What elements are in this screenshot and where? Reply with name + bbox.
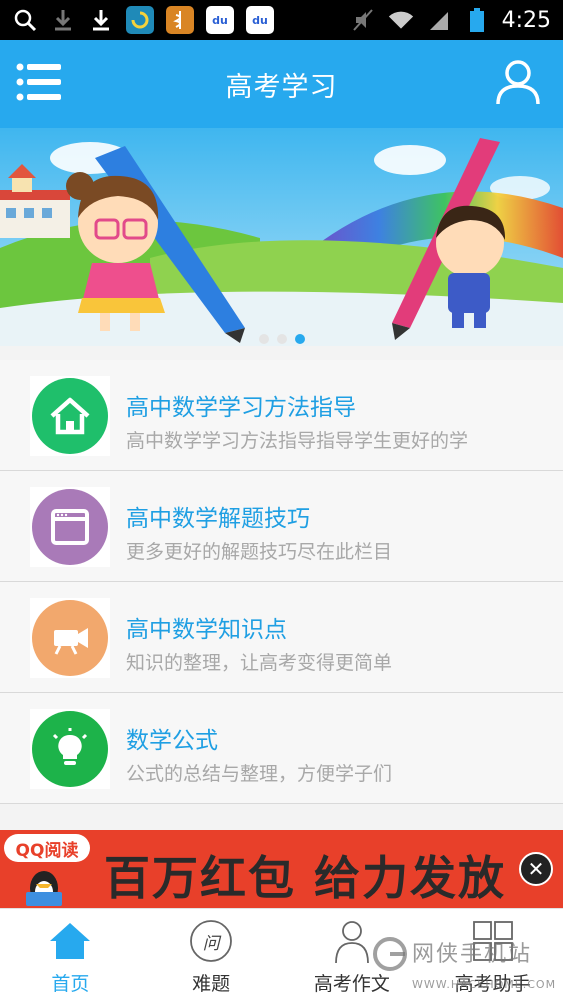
wifi-icon: [388, 7, 414, 33]
category-list: 高中数学学习方法指导 高中数学学习方法指导指导学生更好的学 高中数学解题技巧 更…: [0, 360, 563, 804]
mute-icon: [350, 7, 376, 33]
penguin-icon: [22, 866, 66, 906]
banner-carousel[interactable]: [0, 128, 563, 346]
ad-banner[interactable]: QQ阅读 百万红包 给力发放 ✕: [0, 830, 563, 908]
carousel-dot: [276, 334, 287, 344]
download-icon: [50, 7, 76, 33]
close-ad-button[interactable]: ✕: [519, 852, 553, 886]
app-bar: 高考学习: [0, 40, 563, 128]
list-item[interactable]: 高中数学解题技巧 更多更好的解题技巧尽在此栏目: [0, 471, 563, 582]
battery-icon: [464, 7, 490, 33]
item-title: 高中数学解题技巧: [126, 506, 310, 532]
tab-label: 高考助手: [454, 973, 531, 995]
status-bar: du du 4:25: [0, 0, 563, 40]
close-icon: ✕: [527, 857, 545, 881]
carousel-dot-active: [294, 334, 305, 344]
item-icon-frame: [30, 376, 110, 456]
user-icon: [496, 60, 540, 105]
item-icon-frame: [30, 487, 110, 567]
carousel-dot: [258, 334, 269, 344]
menu-button[interactable]: [16, 62, 62, 102]
item-description: 知识的整理，让高考变得更简单: [126, 652, 393, 674]
item-description: 更多更好的解题技巧尽在此栏目: [126, 541, 393, 563]
item-icon-frame: [30, 709, 110, 789]
item-title: 数学公式: [126, 728, 218, 754]
bottom-tab-bar: 首页 问 难题 高考作文 高考助手: [0, 908, 563, 1002]
item-icon-frame: [30, 598, 110, 678]
app-icon: [126, 6, 154, 34]
signal-icon: [426, 7, 452, 33]
person-icon: [330, 919, 374, 963]
item-description: 高中数学学习方法指导指导学生更好的学: [126, 430, 469, 452]
ad-headline: 百万红包 给力发放: [104, 851, 507, 905]
tab-questions[interactable]: 问 难题: [141, 909, 282, 1002]
search-icon: [12, 7, 38, 33]
item-title: 高中数学知识点: [126, 617, 287, 643]
carousel-indicator: [0, 334, 563, 354]
list-item[interactable]: 高中数学学习方法指导 高中数学学习方法指导指导学生更好的学: [0, 360, 563, 471]
home-icon: [32, 378, 108, 454]
window-icon: [32, 489, 108, 565]
home-icon: [48, 919, 92, 963]
menu-icon: [16, 63, 61, 101]
tab-label: 难题: [192, 973, 231, 995]
tab-assistant[interactable]: 高考助手: [422, 909, 563, 1002]
video-camera-icon: [32, 600, 108, 676]
ad-brand: QQ阅读: [4, 834, 90, 862]
banner-illustration: [0, 128, 563, 346]
item-title: 高中数学学习方法指导: [126, 395, 356, 421]
download-icon: [88, 7, 114, 33]
user-button[interactable]: [495, 58, 541, 106]
grid-icon: [471, 919, 515, 963]
baidu-icon: du: [206, 6, 234, 34]
lightbulb-icon: [32, 711, 108, 787]
tab-essays[interactable]: 高考作文: [282, 909, 423, 1002]
baidu-icon: du: [246, 6, 274, 34]
tab-label: 高考作文: [313, 973, 390, 995]
question-icon: 问: [189, 919, 233, 963]
item-description: 公式的总结与整理，方便学子们: [126, 763, 393, 785]
tab-home[interactable]: 首页: [0, 909, 141, 1002]
app-icon: [166, 6, 194, 34]
page-title: 高考学习: [225, 71, 338, 103]
clock: 4:25: [501, 7, 551, 33]
list-item[interactable]: 高中数学知识点 知识的整理，让高考变得更简单: [0, 582, 563, 693]
list-item[interactable]: 数学公式 公式的总结与整理，方便学子们: [0, 693, 563, 804]
tab-label: 首页: [51, 973, 90, 995]
